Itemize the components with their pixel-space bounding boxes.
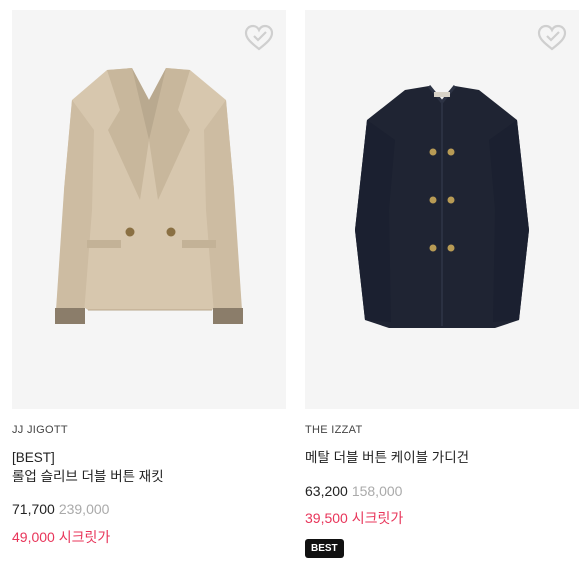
product-tag: [BEST] [12,450,55,465]
product-title: 롤업 슬리브 더블 버튼 재킷 [12,469,164,484]
original-price: 239,000 [58,501,110,517]
navy-cardigan-image [355,85,529,328]
price-row: 71,700 239,000 [12,501,109,517]
beige-jacket-image [55,68,243,324]
price-row: 63,200 158,000 [305,483,402,499]
product-card[interactable]: JJ JIGOTT [BEST] 롤업 슬리브 더블 버튼 재킷 71,700 2… [12,10,286,545]
product-image[interactable] [12,10,286,409]
wishlist-heart-icon[interactable] [244,24,274,52]
brand-name[interactable]: THE IZZAT [305,424,363,436]
product-name[interactable]: [BEST] 롤업 슬리브 더블 버튼 재킷 [12,448,164,486]
product-title[interactable]: 메탈 더블 버튼 케이블 가디건 [305,448,469,467]
brand-name[interactable]: JJ JIGOTT [12,424,68,436]
original-price: 158,000 [351,483,403,499]
product-image[interactable] [305,10,579,409]
secret-price: 49,000 시크릿가 [12,529,111,545]
product-card[interactable]: THE IZZAT 메탈 더블 버튼 케이블 가디건 63,200 158,000… [305,10,579,558]
secret-price: 39,500 시크릿가 [305,510,404,526]
sale-price: 71,700 [12,501,55,517]
wishlist-heart-icon[interactable] [537,24,567,52]
best-badge: BEST [305,539,344,558]
sale-price: 63,200 [305,483,348,499]
